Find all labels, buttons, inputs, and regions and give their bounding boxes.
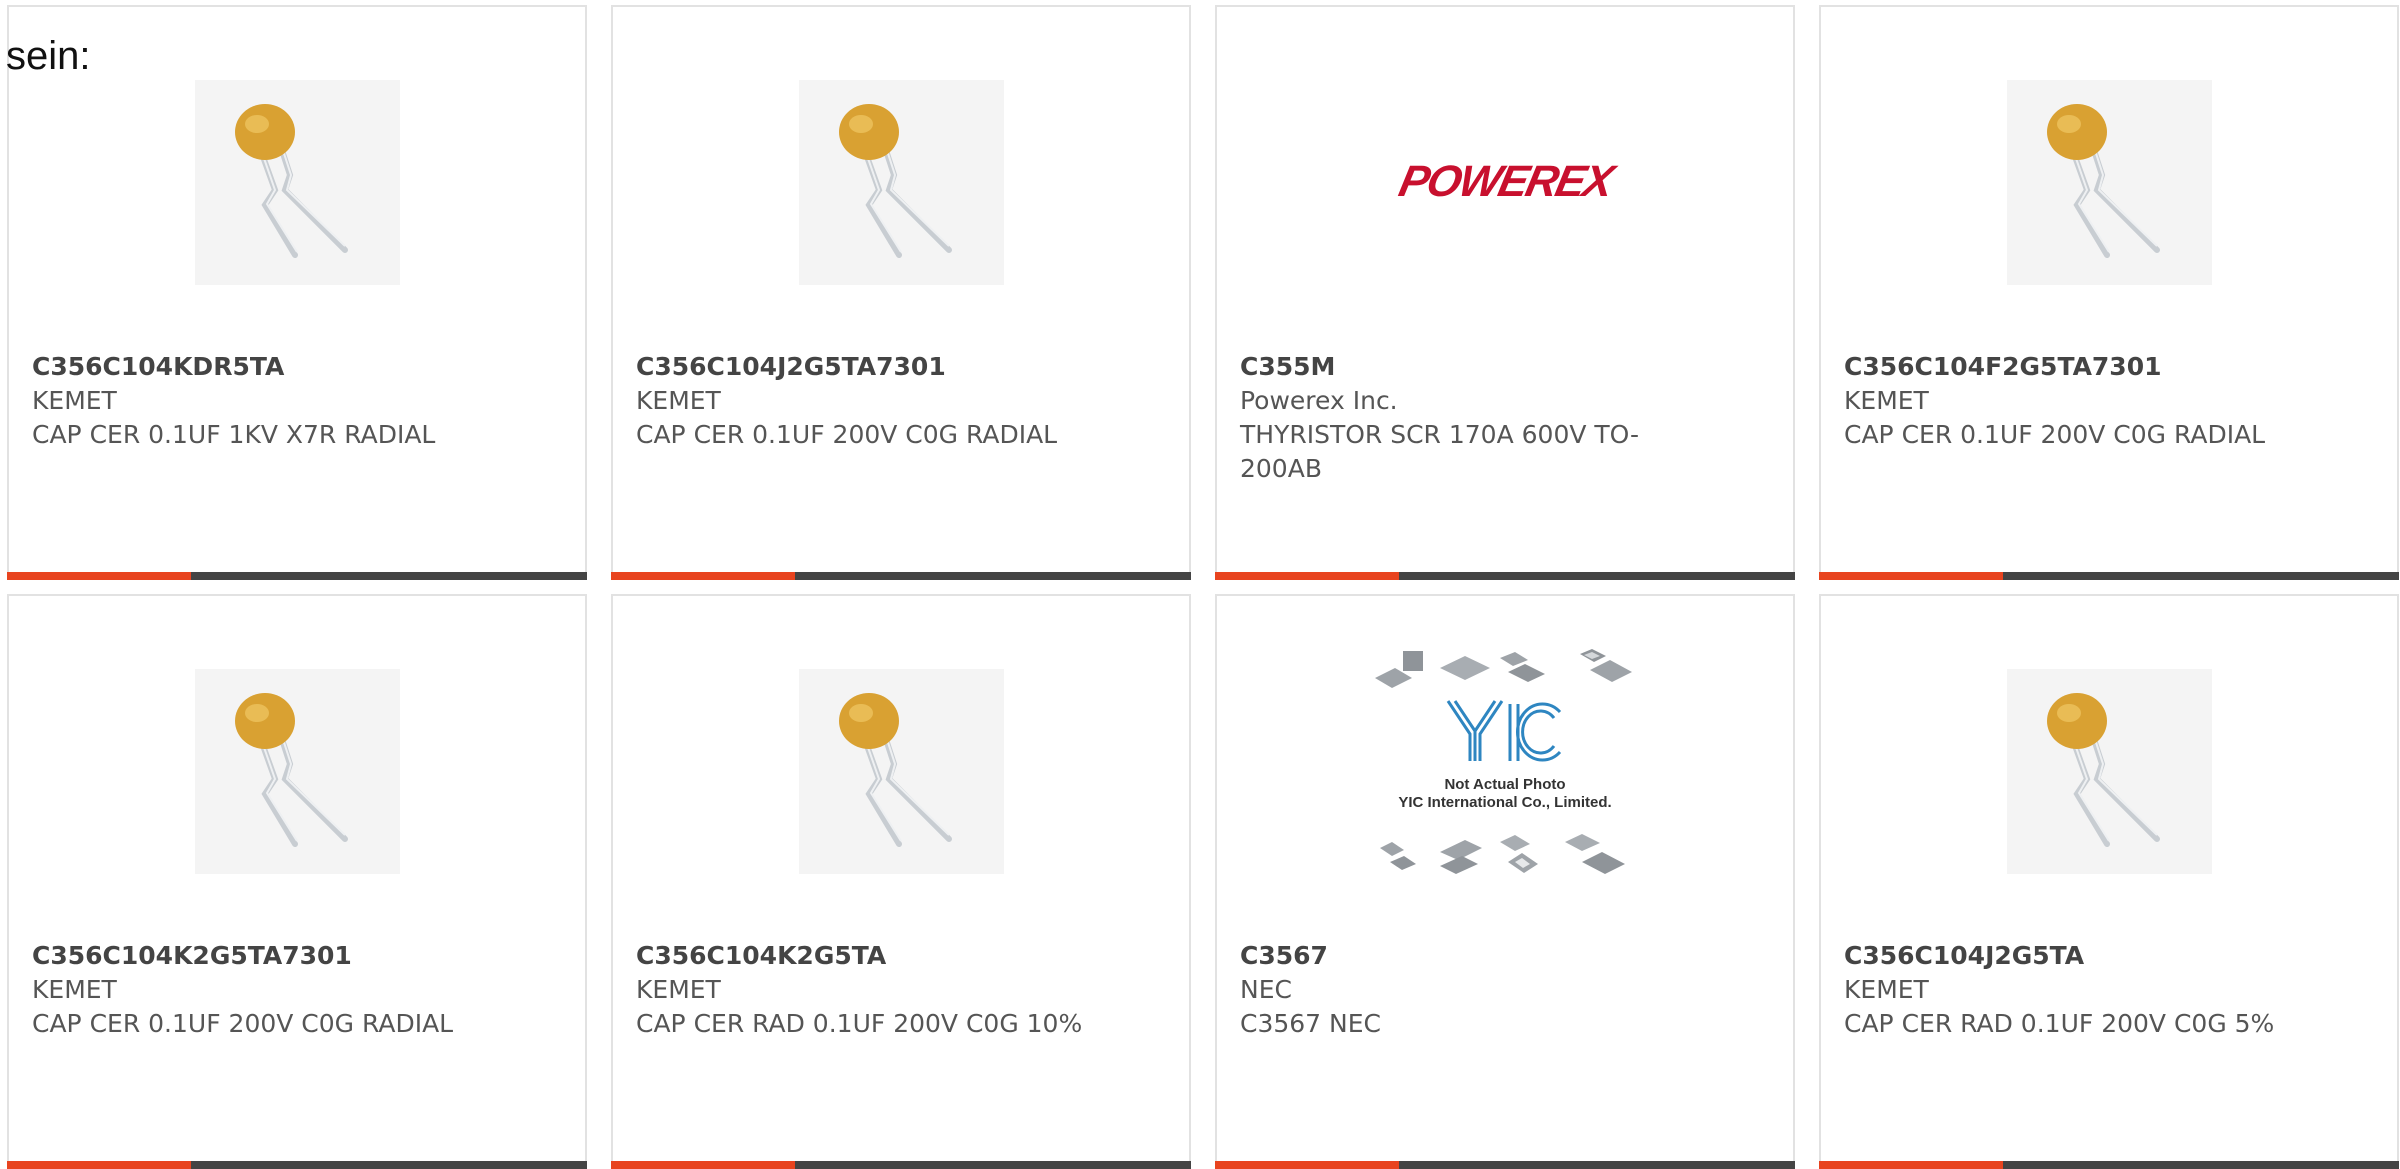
part-number[interactable]: C356C104J2G5TA [1844, 939, 2294, 973]
manufacturer: KEMET [32, 386, 117, 415]
card-footer-accent [611, 572, 795, 580]
description: THYRISTOR SCR 170A 600V TO-200AB [1240, 420, 1640, 483]
card-footer-bar [1819, 572, 2399, 580]
description: CAP CER RAD 0.1UF 200V C0G 5% [1844, 1009, 2275, 1038]
card-footer-bar [1215, 572, 1795, 580]
capacitor-photo [798, 79, 1004, 285]
product-image[interactable] [9, 656, 585, 886]
part-number[interactable]: C356C104KDR5TA [32, 350, 482, 384]
description: CAP CER 0.1UF 200V C0G RADIAL [1844, 420, 2266, 449]
card-footer-accent [1215, 572, 1399, 580]
card-footer-accent [7, 1161, 191, 1169]
product-card[interactable]: C356C104J2G5TA7301 KEMET CAP CER 0.1UF 2… [611, 5, 1191, 580]
product-image[interactable] [1821, 656, 2397, 886]
product-image[interactable] [1821, 67, 2397, 297]
product-grid: C356C104KDR5TA KEMET CAP CER 0.1UF 1KV X… [7, 5, 2399, 1169]
manufacturer: KEMET [1844, 386, 1929, 415]
manufacturer: KEMET [636, 386, 721, 415]
card-footer-accent [611, 1161, 795, 1169]
manufacturer: KEMET [1844, 975, 1929, 1004]
product-image[interactable] [613, 67, 1189, 297]
product-image[interactable]: Not Actual Photo YIC International Co., … [1217, 649, 1793, 886]
capacitor-photo [194, 668, 400, 874]
powerex-logo: POWEREX [1394, 157, 1616, 206]
product-card[interactable]: C356C104K2G5TA KEMET CAP CER RAD 0.1UF 2… [611, 594, 1191, 1169]
manufacturer: NEC [1240, 975, 1292, 1004]
product-card[interactable]: Not Actual Photo YIC International Co., … [1215, 594, 1795, 1169]
part-number[interactable]: C356C104K2G5TA7301 [32, 939, 482, 973]
card-footer-bar [1215, 1161, 1795, 1169]
product-image[interactable] [9, 67, 585, 297]
description: CAP CER 0.1UF 200V C0G RADIAL [32, 1009, 454, 1038]
product-card[interactable]: C356C104F2G5TA7301 KEMET CAP CER 0.1UF 2… [1819, 5, 2399, 580]
card-footer-accent [1215, 1161, 1399, 1169]
capacitor-photo [2006, 79, 2212, 285]
part-number[interactable]: C355M [1240, 350, 1690, 384]
placeholder-caption-1: Not Actual Photo [1444, 776, 1566, 793]
capacitor-photo [798, 668, 1004, 874]
card-footer-bar [7, 572, 587, 580]
part-number[interactable]: C356C104F2G5TA7301 [1844, 350, 2294, 384]
card-footer-accent [1819, 1161, 2003, 1169]
card-footer-accent [1819, 572, 2003, 580]
card-footer-bar [611, 572, 1191, 580]
product-card[interactable]: C356C104KDR5TA KEMET CAP CER 0.1UF 1KV X… [7, 5, 587, 580]
manufacturer: KEMET [32, 975, 117, 1004]
manufacturer: KEMET [636, 975, 721, 1004]
product-card[interactable]: POWEREX C355M Powerex Inc. THYRISTOR SCR… [1215, 5, 1795, 580]
manufacturer: Powerex Inc. [1240, 386, 1398, 415]
product-image[interactable] [613, 656, 1189, 886]
capacitor-photo [2006, 668, 2212, 874]
section-label: sein: [6, 34, 91, 78]
card-footer-bar [7, 1161, 587, 1169]
part-number[interactable]: C356C104K2G5TA [636, 939, 1086, 973]
part-number[interactable]: C3567 [1240, 939, 1690, 973]
placeholder-caption-2: YIC International Co., Limited. [1398, 794, 1612, 811]
description: C3567 NEC [1240, 1009, 1381, 1038]
part-number[interactable]: C356C104J2G5TA7301 [636, 350, 1086, 384]
description: CAP CER RAD 0.1UF 200V C0G 10% [636, 1009, 1083, 1038]
description: CAP CER 0.1UF 1KV X7R RADIAL [32, 420, 436, 449]
card-footer-bar [1819, 1161, 2399, 1169]
card-footer-accent [7, 572, 191, 580]
placeholder-photo: Not Actual Photo YIC International Co., … [1370, 646, 1640, 896]
product-card[interactable]: C356C104J2G5TA KEMET CAP CER RAD 0.1UF 2… [1819, 594, 2399, 1169]
product-image[interactable]: POWEREX [1217, 67, 1793, 297]
capacitor-photo [194, 79, 400, 285]
description: CAP CER 0.1UF 200V C0G RADIAL [636, 420, 1058, 449]
card-footer-bar [611, 1161, 1191, 1169]
product-card[interactable]: C356C104K2G5TA7301 KEMET CAP CER 0.1UF 2… [7, 594, 587, 1169]
